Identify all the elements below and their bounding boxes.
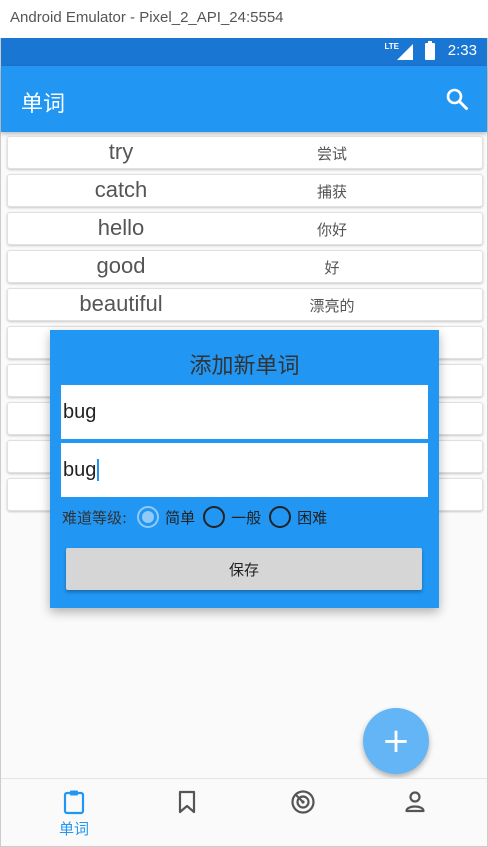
dialog-title: 添加新单词 — [189, 354, 300, 379]
signal-icon — [397, 44, 413, 60]
search-icon[interactable] — [445, 87, 469, 111]
radio-easy[interactable] — [137, 506, 160, 528]
nav-item-words-label: 单词 — [58, 820, 89, 838]
word-english: beautiful — [79, 291, 163, 316]
radio-medium[interactable] — [203, 506, 226, 528]
word-chinese: 你好 — [316, 221, 347, 239]
plus-icon: + — [381, 721, 411, 761]
word-chinese: 漂亮的 — [309, 297, 355, 315]
status-bar: LTE 2:33 — [1, 38, 487, 66]
nav-item-bookmark[interactable] — [126, 779, 248, 847]
save-button[interactable]: 保存 — [66, 548, 422, 590]
word-row[interactable]: hello 你好 — [7, 212, 483, 245]
word-chinese: 捕获 — [316, 183, 347, 201]
text-cursor — [97, 459, 100, 481]
page-title: 单词 — [21, 92, 66, 117]
radio-medium-label[interactable]: 一般 — [231, 507, 261, 528]
word-english: hello — [97, 215, 145, 240]
bottom-navigation: 单词 — [1, 778, 487, 846]
bookmark-icon — [178, 790, 196, 814]
difficulty-selector: 难道等级: 简单 一般 困难 — [62, 504, 335, 530]
clipboard-icon — [63, 790, 85, 815]
word-row[interactable]: try 尝试 — [7, 136, 483, 169]
meaning-input[interactable]: bug — [61, 443, 428, 497]
radio-hard-label[interactable]: 困难 — [297, 507, 327, 528]
person-icon — [405, 791, 425, 813]
status-time: 2:33 — [447, 42, 477, 59]
word-row[interactable]: catch 捕获 — [7, 174, 483, 207]
emulator-titlebar: Android Emulator - Pixel_2_API_24:5554 — [0, 0, 488, 38]
word-english: try — [108, 139, 134, 164]
radio-easy-label[interactable]: 简单 — [165, 507, 195, 528]
nav-item-words[interactable]: 单词 — [13, 779, 135, 847]
nav-item-radar[interactable] — [241, 779, 363, 847]
radar-icon — [291, 790, 315, 814]
nav-item-profile[interactable] — [354, 779, 476, 847]
app-bar: 单词 — [1, 66, 487, 132]
battery-icon — [425, 41, 435, 60]
difficulty-label: 难道等级: — [62, 508, 128, 527]
word-english: catch — [94, 177, 148, 202]
radio-hard[interactable] — [269, 506, 292, 528]
add-word-fab[interactable]: + — [363, 708, 429, 774]
word-row[interactable]: good 好 — [7, 250, 483, 283]
window-title: Android Emulator - Pixel_2_API_24:5554 — [10, 9, 284, 26]
word-chinese: 尝试 — [316, 145, 347, 163]
word-chinese: 好 — [324, 259, 340, 277]
word-english: good — [96, 253, 146, 278]
device-screen: LTE 2:33 单词 try 尝试 catch 捕获 hello 你好 goo… — [0, 38, 488, 847]
word-row[interactable]: beautiful 漂亮的 — [7, 288, 483, 321]
add-word-dialog: 添加新单词 bug bug 难道等级: 简单 一般 困难 保存 — [50, 330, 439, 608]
word-input[interactable]: bug — [61, 385, 428, 439]
meaning-input-value: bug — [63, 458, 97, 481]
word-input-value: bug — [63, 400, 97, 423]
